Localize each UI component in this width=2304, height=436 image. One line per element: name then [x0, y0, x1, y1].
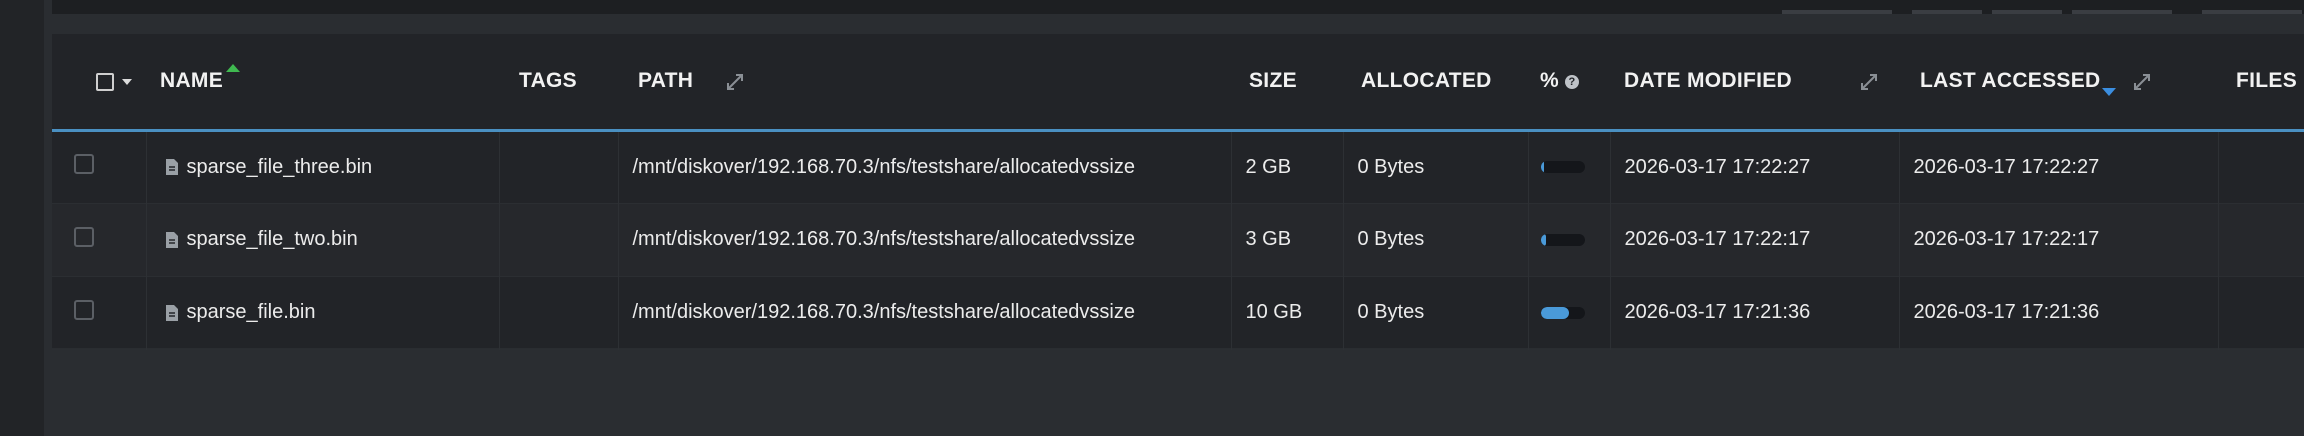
column-header-allocated[interactable]: ALLOCATED [1343, 34, 1528, 132]
column-header-name[interactable]: NAME [146, 34, 499, 132]
table-row[interactable]: sparse_file_three.bin /mnt/diskover/192.… [52, 130, 2304, 203]
row-checkbox[interactable] [74, 154, 94, 174]
row-checkbox[interactable] [74, 299, 94, 320]
allocated-cell: 0 Bytes [1343, 276, 1529, 349]
toolbar-control[interactable] [1912, 10, 1982, 14]
column-header-files[interactable]: FILES [2218, 34, 2304, 132]
file-results-table: NAME TAGS PATH SIZE ALLOCATED % ? DATE M… [52, 34, 2304, 349]
date-modified-cell: 2026-03-17 17:22:17 [1610, 203, 1900, 276]
toolbar-control[interactable] [1992, 10, 2062, 14]
allocated-cell: 0 Bytes [1343, 130, 1529, 203]
file-icon [165, 159, 178, 176]
select-all-header[interactable] [52, 34, 146, 132]
file-name[interactable]: sparse_file_two.bin [187, 228, 358, 250]
expand-icon[interactable] [1860, 73, 1878, 91]
path-cell[interactable]: /mnt/diskover/192.168.70.3/nfs/testshare… [618, 203, 1232, 276]
tags-cell[interactable] [499, 276, 619, 349]
tags-cell[interactable] [499, 130, 619, 203]
last-accessed-cell: 2026-03-17 17:22:17 [1899, 203, 2219, 276]
select-all-checkbox[interactable] [96, 72, 114, 91]
path-cell[interactable]: /mnt/diskover/192.168.70.3/nfs/testshare… [618, 276, 1232, 349]
row-checkbox[interactable] [74, 226, 94, 247]
files-cell [2218, 276, 2304, 349]
column-header-percent[interactable]: %? [1528, 34, 1610, 132]
toolbar-control[interactable] [2072, 10, 2172, 14]
date-modified-cell: 2026-03-17 17:22:27 [1610, 130, 1900, 203]
table-row[interactable]: sparse_file.bin /mnt/diskover/192.168.70… [52, 276, 2304, 349]
size-cell: 3 GB [1231, 203, 1344, 276]
column-header-tags[interactable]: TAGS [499, 34, 618, 132]
size-cell: 10 GB [1231, 276, 1344, 349]
percent-bar-fill [1540, 233, 1546, 246]
last-accessed-cell: 2026-03-17 17:22:27 [1899, 130, 2219, 203]
column-header-path[interactable]: PATH [618, 34, 1231, 132]
left-sidebar-rail [0, 0, 44, 436]
sort-descending-icon[interactable] [2102, 88, 2116, 96]
date-modified-cell: 2026-03-17 17:21:36 [1610, 276, 1900, 349]
percent-bar-fill [1540, 306, 1570, 319]
path-cell[interactable]: /mnt/diskover/192.168.70.3/nfs/testshare… [618, 130, 1232, 203]
toolbar-control[interactable] [1782, 10, 1892, 14]
expand-icon[interactable] [726, 73, 744, 91]
percent-bar [1540, 161, 1585, 174]
tags-cell[interactable] [499, 203, 619, 276]
column-header-last-accessed[interactable]: LAST ACCESSED [1899, 34, 2218, 132]
file-name[interactable]: sparse_file_three.bin [187, 156, 373, 178]
toolbar-control[interactable] [2202, 10, 2302, 14]
table-row[interactable]: sparse_file_two.bin /mnt/diskover/192.16… [52, 203, 2304, 276]
allocated-cell: 0 Bytes [1343, 203, 1529, 276]
table-header-row: NAME TAGS PATH SIZE ALLOCATED % ? DATE M… [52, 34, 2304, 132]
expand-icon[interactable] [2133, 73, 2151, 91]
files-cell [2218, 203, 2304, 276]
last-accessed-cell: 2026-03-17 17:21:36 [1899, 276, 2219, 349]
top-toolbar-strip [52, 0, 2304, 14]
files-cell [2218, 130, 2304, 203]
file-name[interactable]: sparse_file.bin [187, 301, 316, 323]
percent-bar-fill [1540, 161, 1545, 174]
file-icon [165, 231, 178, 248]
percent-bar [1540, 306, 1585, 319]
percent-bar [1540, 233, 1585, 246]
column-header-date-modified[interactable]: DATE MODIFIED [1610, 34, 1899, 132]
sort-ascending-icon[interactable] [226, 64, 240, 72]
select-dropdown-caret-icon[interactable] [122, 78, 132, 85]
column-header-size[interactable]: SIZE [1231, 34, 1343, 132]
file-icon [165, 304, 178, 321]
size-cell: 2 GB [1231, 130, 1344, 203]
help-icon[interactable]: ? [1564, 74, 1579, 89]
